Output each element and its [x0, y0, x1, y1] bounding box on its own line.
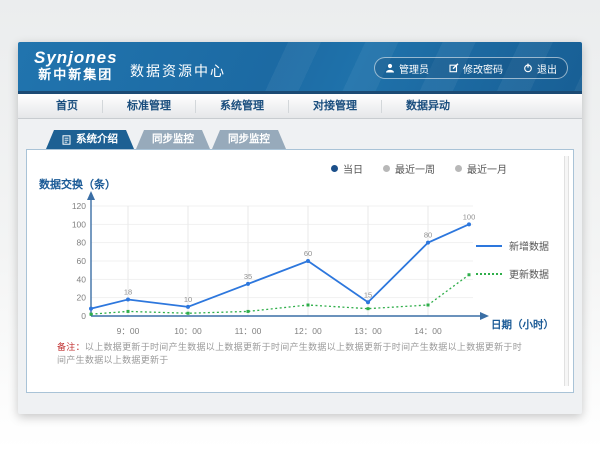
svg-text:20: 20: [77, 293, 87, 303]
nav-item-system-mgmt[interactable]: 系统管理: [196, 100, 289, 113]
solid-line-swatch: [476, 245, 502, 247]
page-title: 数据资源中心: [130, 61, 226, 81]
time-filter-label: 当日: [343, 161, 363, 176]
main-nav: 首页 标准管理 系统管理 对接管理 数据异动: [18, 94, 582, 119]
tab-system-intro[interactable]: 系统介绍: [46, 130, 134, 149]
legend-label: 新增数据: [509, 238, 549, 253]
svg-text:100: 100: [72, 219, 86, 229]
time-filter-group: 当日 最近一周 最近一月: [331, 161, 507, 176]
change-password-label: 修改密码: [463, 61, 503, 76]
tab-label: 系统介绍: [76, 130, 118, 149]
time-filter-label: 最近一月: [467, 161, 507, 176]
logo-subtitle: 新中新集团: [34, 67, 118, 83]
nav-item-home[interactable]: 首页: [32, 100, 103, 113]
chart-panel: 当日 最近一周 最近一月 数据交换（条） 0204060801001209：00…: [26, 149, 574, 393]
svg-text:9：00: 9：00: [117, 326, 140, 336]
legend-item-update-data: 更新数据: [476, 266, 549, 281]
radio-dot: [455, 165, 462, 172]
document-icon: [62, 135, 71, 145]
svg-text:14：00: 14：00: [414, 326, 442, 336]
nav-item-data-change[interactable]: 数据异动: [382, 100, 474, 113]
legend-item-new-data: 新增数据: [476, 238, 549, 253]
nav-item-standard-mgmt[interactable]: 标准管理: [103, 100, 196, 113]
logout-label: 退出: [537, 61, 557, 76]
svg-text:15: 15: [364, 290, 372, 299]
logout-button[interactable]: 退出: [513, 61, 567, 76]
legend-label: 更新数据: [509, 266, 549, 281]
time-filter-last-week[interactable]: 最近一周: [383, 161, 435, 176]
scrollbar[interactable]: [564, 156, 569, 386]
chart-legend: 新增数据 更新数据: [476, 238, 549, 294]
dotted-line-swatch: [476, 273, 502, 275]
logo-title: Synjones: [34, 48, 118, 67]
svg-text:0: 0: [81, 311, 86, 321]
admin-user-label: 管理员: [399, 61, 429, 76]
time-filter-last-month[interactable]: 最近一月: [455, 161, 507, 176]
svg-text:80: 80: [77, 238, 87, 248]
time-filter-label: 最近一周: [395, 161, 435, 176]
tab-label: 同步监控: [228, 130, 270, 149]
note-text: 以上数据更新于时间产生数据以上数据更新于时间产生数据以上数据更新于时间产生数据以…: [57, 342, 522, 365]
time-filter-today[interactable]: 当日: [331, 161, 363, 176]
power-icon: [523, 63, 533, 73]
svg-text:120: 120: [72, 201, 86, 211]
tab-bar: 系统介绍 同步监控 同步监控: [46, 130, 288, 149]
svg-text:11：00: 11：00: [235, 326, 262, 336]
svg-text:日期（小时）: 日期（小时）: [491, 318, 554, 331]
app-window: Synjones 新中新集团 数据资源中心 管理员 修改密码: [18, 42, 582, 414]
content-area: 系统介绍 同步监控 同步监控 当日 最近一周: [18, 123, 582, 414]
tab-sync-monitor-2[interactable]: 同步监控: [212, 130, 286, 149]
admin-user-button[interactable]: 管理员: [375, 61, 439, 76]
radio-dot: [331, 165, 338, 172]
svg-text:12：00: 12：00: [294, 326, 322, 336]
svg-text:35: 35: [244, 272, 252, 281]
svg-text:60: 60: [304, 249, 312, 258]
note-label: 备注：: [57, 342, 85, 352]
svg-text:100: 100: [463, 212, 476, 221]
svg-text:40: 40: [77, 274, 87, 284]
edit-icon: [449, 63, 459, 73]
svg-text:80: 80: [424, 231, 432, 240]
company-logo: Synjones 新中新集团: [34, 48, 118, 83]
change-password-button[interactable]: 修改密码: [439, 61, 513, 76]
tab-label: 同步监控: [152, 130, 194, 149]
svg-text:10: 10: [184, 295, 192, 304]
svg-text:10：00: 10：00: [174, 326, 202, 336]
nav-item-integration-mgmt[interactable]: 对接管理: [289, 100, 382, 113]
svg-text:13：00: 13：00: [354, 326, 382, 336]
svg-text:60: 60: [77, 256, 87, 266]
user-menu: 管理员 修改密码 退出: [374, 57, 568, 79]
radio-dot: [383, 165, 390, 172]
footer-note: 备注：以上数据更新于时间产生数据以上数据更新于时间产生数据以上数据更新于时间产生…: [57, 340, 529, 366]
tab-sync-monitor-1[interactable]: 同步监控: [136, 130, 210, 149]
user-icon: [385, 63, 395, 73]
svg-text:18: 18: [124, 288, 132, 297]
app-header: Synjones 新中新集团 数据资源中心 管理员 修改密码: [18, 42, 582, 94]
